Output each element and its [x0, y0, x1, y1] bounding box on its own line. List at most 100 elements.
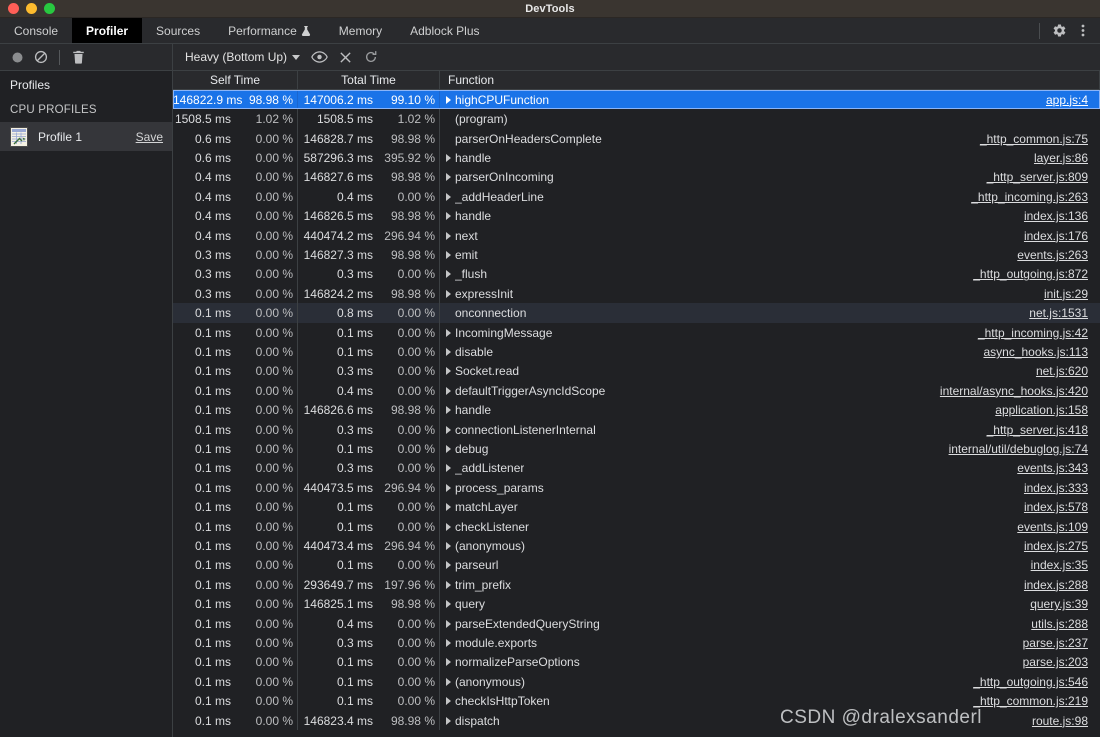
- expand-triangle-icon[interactable]: [446, 717, 451, 725]
- source-link[interactable]: parse.js:237: [1023, 636, 1100, 650]
- source-link[interactable]: index.js:35: [1031, 558, 1100, 572]
- source-link[interactable]: _http_incoming.js:42: [978, 326, 1100, 340]
- tab-console[interactable]: Console: [0, 18, 72, 43]
- view-mode-select[interactable]: Heavy (Bottom Up): [181, 50, 304, 64]
- no-entry-icon[interactable]: [30, 46, 52, 68]
- expand-triangle-icon[interactable]: [446, 697, 451, 705]
- expand-triangle-icon[interactable]: [446, 251, 451, 259]
- expand-triangle-icon[interactable]: [446, 193, 451, 201]
- expand-triangle-icon[interactable]: [446, 96, 451, 104]
- table-row[interactable]: 0.1 ms0.00 %0.1 ms0.00 %(anonymous)_http…: [173, 672, 1100, 691]
- more-options-icon[interactable]: [1072, 20, 1094, 42]
- source-link[interactable]: index.js:288: [1024, 578, 1100, 592]
- table-row[interactable]: 0.1 ms0.00 %0.1 ms0.00 %matchLayerindex.…: [173, 498, 1100, 517]
- source-link[interactable]: net.js:1531: [1029, 306, 1100, 320]
- source-link[interactable]: index.js:136: [1024, 209, 1100, 223]
- source-link[interactable]: internal/util/debuglog.js:74: [949, 442, 1100, 456]
- table-row[interactable]: 0.1 ms0.00 %0.1 ms0.00 %IncomingMessage_…: [173, 323, 1100, 342]
- table-row[interactable]: 0.1 ms0.00 %0.3 ms0.00 %_addListenereven…: [173, 459, 1100, 478]
- tab-sources[interactable]: Sources: [142, 18, 214, 43]
- source-link[interactable]: _http_outgoing.js:546: [973, 675, 1100, 689]
- table-row[interactable]: 0.4 ms0.00 %146826.5 ms98.98 %handleinde…: [173, 206, 1100, 225]
- source-link[interactable]: internal/async_hooks.js:420: [940, 384, 1100, 398]
- table-row[interactable]: 0.1 ms0.00 %0.1 ms0.00 %disableasync_hoo…: [173, 342, 1100, 361]
- expand-triangle-icon[interactable]: [446, 620, 451, 628]
- column-header-function[interactable]: Function: [440, 71, 1100, 89]
- tab-memory[interactable]: Memory: [325, 18, 396, 43]
- source-link[interactable]: init.js:29: [1044, 287, 1100, 301]
- source-link[interactable]: application.js:158: [995, 403, 1100, 417]
- source-link[interactable]: utils.js:288: [1031, 617, 1100, 631]
- source-link[interactable]: index.js:333: [1024, 481, 1100, 495]
- tab-performance[interactable]: Performance: [214, 18, 325, 43]
- table-row[interactable]: 0.1 ms0.00 %146826.6 ms98.98 %handleappl…: [173, 401, 1100, 420]
- tab-adblock-plus[interactable]: Adblock Plus: [396, 18, 493, 43]
- expand-triangle-icon[interactable]: [446, 600, 451, 608]
- expand-triangle-icon[interactable]: [446, 639, 451, 647]
- table-row[interactable]: 0.1 ms0.00 %0.1 ms0.00 %parseurlindex.js…: [173, 556, 1100, 575]
- table-row[interactable]: 0.1 ms0.00 %0.1 ms0.00 %checkListenereve…: [173, 517, 1100, 536]
- table-row[interactable]: 0.1 ms0.00 %0.3 ms0.00 %module.exportspa…: [173, 633, 1100, 652]
- source-link[interactable]: parse.js:203: [1023, 655, 1100, 669]
- save-profile-link[interactable]: Save: [136, 130, 163, 144]
- table-row[interactable]: 0.4 ms0.00 %0.4 ms0.00 %_addHeaderLine_h…: [173, 187, 1100, 206]
- table-row[interactable]: 1508.5 ms1.02 %1508.5 ms1.02 %(program): [173, 109, 1100, 128]
- expand-triangle-icon[interactable]: [446, 406, 451, 414]
- eye-icon[interactable]: [308, 46, 330, 68]
- source-link[interactable]: net.js:620: [1036, 364, 1100, 378]
- trash-icon[interactable]: [67, 46, 89, 68]
- table-row[interactable]: 0.1 ms0.00 %146825.1 ms98.98 %queryquery…: [173, 595, 1100, 614]
- table-row[interactable]: 0.3 ms0.00 %146827.3 ms98.98 %emitevents…: [173, 245, 1100, 264]
- source-link[interactable]: index.js:578: [1024, 500, 1100, 514]
- source-link[interactable]: index.js:275: [1024, 539, 1100, 553]
- expand-triangle-icon[interactable]: [446, 387, 451, 395]
- source-link[interactable]: events.js:343: [1017, 461, 1100, 475]
- expand-triangle-icon[interactable]: [446, 561, 451, 569]
- table-row[interactable]: 0.1 ms0.00 %146823.4 ms98.98 %dispatchro…: [173, 711, 1100, 730]
- expand-triangle-icon[interactable]: [446, 212, 451, 220]
- table-row[interactable]: 0.4 ms0.00 %440474.2 ms296.94 %nextindex…: [173, 226, 1100, 245]
- source-link[interactable]: _http_server.js:418: [987, 423, 1100, 437]
- source-link[interactable]: _http_incoming.js:263: [971, 190, 1100, 204]
- expand-triangle-icon[interactable]: [446, 367, 451, 375]
- source-link[interactable]: route.js:98: [1032, 714, 1100, 728]
- source-link[interactable]: layer.js:86: [1034, 151, 1100, 165]
- close-x-icon[interactable]: [334, 46, 356, 68]
- expand-triangle-icon[interactable]: [446, 270, 451, 278]
- table-row[interactable]: 146822.9 ms98.98 %147006.2 ms99.10 %high…: [173, 90, 1100, 109]
- expand-triangle-icon[interactable]: [446, 503, 451, 511]
- table-row[interactable]: 0.6 ms0.00 %587296.3 ms395.92 %handlelay…: [173, 148, 1100, 167]
- refresh-icon[interactable]: [360, 46, 382, 68]
- table-row[interactable]: 0.1 ms0.00 %0.1 ms0.00 %normalizeParseOp…: [173, 653, 1100, 672]
- expand-triangle-icon[interactable]: [446, 464, 451, 472]
- expand-triangle-icon[interactable]: [446, 445, 451, 453]
- expand-triangle-icon[interactable]: [446, 542, 451, 550]
- source-link[interactable]: events.js:109: [1017, 520, 1100, 534]
- tab-profiler[interactable]: Profiler: [72, 18, 142, 43]
- expand-triangle-icon[interactable]: [446, 348, 451, 356]
- record-icon[interactable]: [6, 46, 28, 68]
- expand-triangle-icon[interactable]: [446, 173, 451, 181]
- column-header-total-time[interactable]: Total Time: [298, 71, 440, 89]
- sidebar-item-profile-1[interactable]: Profile 1 Save: [0, 122, 172, 151]
- table-row[interactable]: 0.3 ms0.00 %0.3 ms0.00 %_flush_http_outg…: [173, 265, 1100, 284]
- expand-triangle-icon[interactable]: [446, 232, 451, 240]
- source-link[interactable]: _http_server.js:809: [987, 170, 1100, 184]
- expand-triangle-icon[interactable]: [446, 658, 451, 666]
- settings-gear-icon[interactable]: [1048, 20, 1070, 42]
- source-link[interactable]: query.js:39: [1030, 597, 1100, 611]
- source-link[interactable]: _http_outgoing.js:872: [973, 267, 1100, 281]
- source-link[interactable]: _http_common.js:219: [973, 694, 1100, 708]
- source-link[interactable]: events.js:263: [1017, 248, 1100, 262]
- table-row[interactable]: 0.4 ms0.00 %146827.6 ms98.98 %parserOnIn…: [173, 168, 1100, 187]
- table-row[interactable]: 0.1 ms0.00 %0.3 ms0.00 %Socket.readnet.j…: [173, 362, 1100, 381]
- expand-triangle-icon[interactable]: [446, 523, 451, 531]
- table-row[interactable]: 0.3 ms0.00 %146824.2 ms98.98 %expressIni…: [173, 284, 1100, 303]
- expand-triangle-icon[interactable]: [446, 290, 451, 298]
- table-row[interactable]: 0.1 ms0.00 %0.4 ms0.00 %parseExtendedQue…: [173, 614, 1100, 633]
- table-row[interactable]: 0.1 ms0.00 %0.1 ms0.00 %debuginternal/ut…: [173, 439, 1100, 458]
- expand-triangle-icon[interactable]: [446, 329, 451, 337]
- source-link[interactable]: index.js:176: [1024, 229, 1100, 243]
- source-link[interactable]: async_hooks.js:113: [983, 345, 1100, 359]
- table-row[interactable]: 0.6 ms0.00 %146828.7 ms98.98 %parserOnHe…: [173, 129, 1100, 148]
